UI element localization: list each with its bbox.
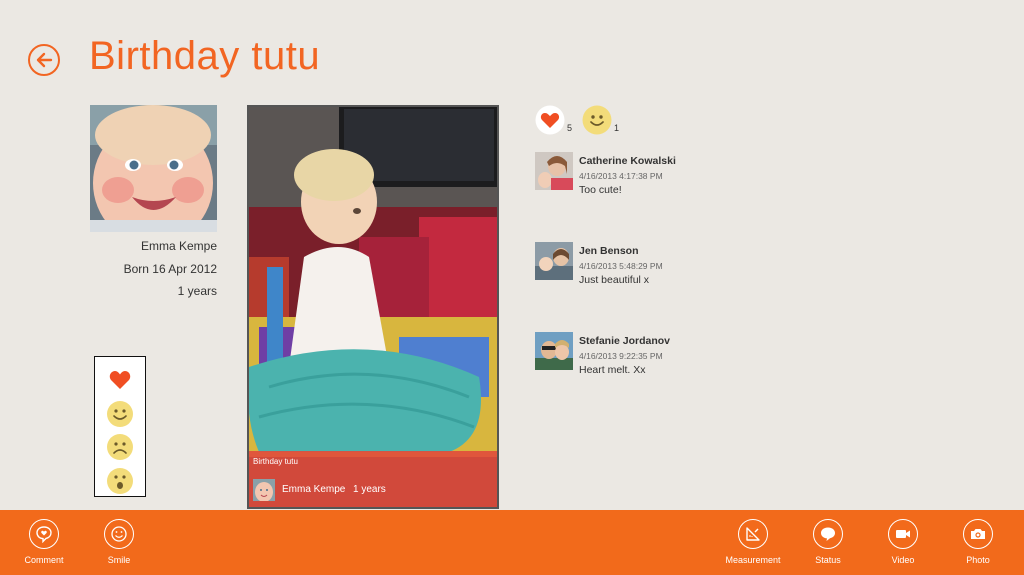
- smile-icon: [107, 400, 133, 427]
- camera-icon: [971, 529, 985, 539]
- smile-count-item[interactable]: 1: [582, 105, 619, 135]
- profile-born: Born 16 Apr 2012: [123, 261, 217, 276]
- commenter-avatar[interactable]: [535, 242, 573, 280]
- comment-timestamp: 4/16/2013 4:17:38 PM: [579, 171, 663, 181]
- video-button-label: Video: [891, 555, 915, 565]
- page-title: Birthday tutu: [89, 34, 321, 78]
- profile-info: Emma Kempe Born 16 Apr 2012 1 years: [90, 238, 217, 306]
- heart-count: 5: [567, 123, 573, 133]
- smile-button[interactable]: Smile: [84, 519, 154, 565]
- app-bar: Comment Smile Measurement Status Video P…: [0, 510, 1024, 575]
- comment-text: Too cute!: [579, 184, 622, 196]
- measurement-button-label: Measurement: [725, 555, 781, 565]
- caption-avatar: [253, 479, 275, 501]
- heart-count-item[interactable]: 5: [535, 105, 572, 135]
- comment-author[interactable]: Catherine Kowalski: [579, 155, 676, 167]
- measurement-button[interactable]: Measurement: [718, 519, 788, 565]
- comment-item: Stefanie Jordanov 4/16/2013 9:22:35 PM H…: [535, 332, 835, 376]
- comment-button[interactable]: Comment: [9, 519, 79, 565]
- comment-timestamp: 4/16/2013 5:48:29 PM: [579, 261, 663, 271]
- comment-author[interactable]: Jen Benson: [579, 245, 639, 257]
- photo-card[interactable]: Birthday tutu Emma Kempe 1 years: [247, 105, 499, 509]
- comment-timestamp: 4/16/2013 9:22:35 PM: [579, 351, 663, 361]
- profile-name: Emma Kempe: [140, 239, 217, 253]
- heart-icon: [535, 105, 565, 135]
- smile-button-label: Smile: [107, 555, 131, 565]
- reaction-picker: [94, 356, 146, 497]
- status-button[interactable]: Status: [793, 519, 863, 565]
- video-camera-icon: [896, 530, 910, 538]
- sad-reaction-button[interactable]: [105, 433, 135, 463]
- heart-icon: [109, 370, 131, 389]
- speech-bubble-icon: [821, 527, 835, 541]
- smile-icon: [582, 105, 612, 135]
- profile-avatar[interactable]: [90, 105, 217, 232]
- status-button-label: Status: [815, 555, 841, 565]
- back-button[interactable]: [28, 44, 60, 76]
- reaction-counts: 5 1: [535, 105, 629, 135]
- ruler-triangle-icon: [746, 527, 760, 541]
- comment-text: Heart melt. Xx: [579, 364, 646, 376]
- heart-reaction-button[interactable]: [105, 365, 135, 395]
- commenter-avatar[interactable]: [535, 332, 573, 370]
- photo-caption: Birthday tutu Emma Kempe 1 years: [249, 451, 497, 507]
- photo-button-label: Photo: [966, 555, 990, 565]
- comment-item: Catherine Kowalski 4/16/2013 4:17:38 PM …: [535, 152, 835, 196]
- photo-caption-title: Birthday tutu: [253, 457, 298, 466]
- photo-button[interactable]: Photo: [943, 519, 1013, 565]
- smile-icon: [111, 526, 127, 542]
- back-arrow-icon: [36, 52, 53, 68]
- surprised-reaction-button[interactable]: [105, 466, 135, 496]
- photo-caption-name: Emma Kempe: [282, 484, 346, 495]
- profile-age: 1 years: [177, 284, 217, 298]
- video-button[interactable]: Video: [868, 519, 938, 565]
- comment-icon: [36, 526, 52, 543]
- surprised-icon: [107, 468, 133, 495]
- smile-count: 1: [614, 123, 620, 133]
- sad-icon: [107, 434, 133, 461]
- baby-photo: [249, 107, 497, 507]
- commenter-avatar[interactable]: [535, 152, 573, 190]
- comment-author[interactable]: Stefanie Jordanov: [579, 335, 670, 347]
- photo-caption-age: 1 years: [353, 484, 386, 495]
- comment-item: Jen Benson 4/16/2013 5:48:29 PM Just bea…: [535, 242, 835, 286]
- smile-reaction-button[interactable]: [105, 399, 135, 429]
- comment-text: Just beautiful x: [579, 274, 650, 286]
- comment-button-label: Comment: [24, 555, 64, 565]
